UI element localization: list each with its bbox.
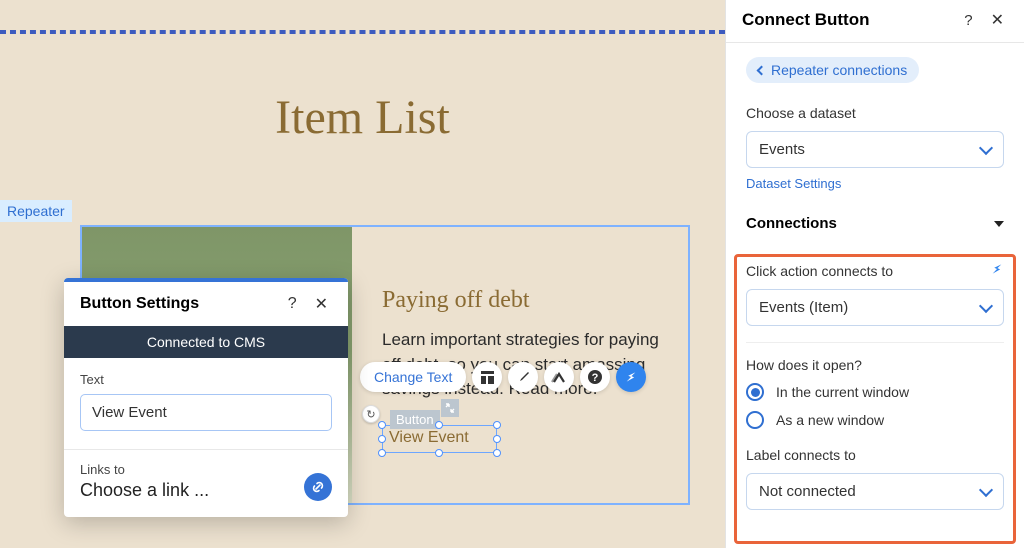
dataset-select-value: Events <box>759 141 805 158</box>
button-element-tag[interactable]: Button <box>390 410 440 429</box>
rotate-handle-icon[interactable]: ↻ <box>362 405 380 423</box>
radio-unchecked-icon <box>746 411 764 429</box>
expand-icon[interactable] <box>441 399 459 417</box>
radio-new-window[interactable]: As a new window <box>746 411 1004 429</box>
close-icon[interactable]: ✕ <box>987 10 1008 30</box>
caret-down-icon <box>994 221 1004 227</box>
click-action-label: Click action connects to <box>746 263 893 279</box>
resize-handle[interactable] <box>435 449 443 457</box>
label-connects-label: Label connects to <box>746 447 856 463</box>
svg-text:?: ? <box>592 372 599 384</box>
change-text-button[interactable]: Change Text <box>360 362 466 392</box>
element-action-bar: Change Text ? <box>360 360 646 394</box>
help-icon[interactable]: ? <box>284 295 301 313</box>
layout-icon[interactable] <box>472 362 502 392</box>
button-settings-title: Button Settings <box>80 295 284 313</box>
animation-icon[interactable] <box>544 362 574 392</box>
link-icon[interactable] <box>304 473 332 501</box>
chevron-down-icon <box>979 298 993 312</box>
connections-title: Connections <box>746 215 837 232</box>
choose-dataset-label: Choose a dataset <box>746 105 1004 121</box>
connect-panel-title: Connect Button <box>742 10 960 30</box>
chevron-down-icon <box>979 140 993 154</box>
data-bind-icon[interactable] <box>990 262 1004 279</box>
click-action-value: Events (Item) <box>759 299 848 316</box>
radio-current-window[interactable]: In the current window <box>746 383 1004 401</box>
click-action-select[interactable]: Events (Item) <box>746 289 1004 326</box>
help-icon[interactable]: ? <box>580 362 610 392</box>
choose-link-text[interactable]: Choose a link ... <box>80 480 304 501</box>
divider <box>746 342 1004 343</box>
connected-banner: Connected to CMS <box>64 326 348 358</box>
text-field-label: Text <box>80 372 332 387</box>
button-settings-panel: Button Settings ? ✕ Connected to CMS Tex… <box>64 278 348 517</box>
help-icon[interactable]: ? <box>960 12 976 29</box>
resize-handle[interactable] <box>378 435 386 443</box>
links-to-label: Links to <box>80 462 304 477</box>
radio-label: As a new window <box>776 412 884 428</box>
resize-handle[interactable] <box>493 421 501 429</box>
repeater-tag[interactable]: Repeater <box>0 200 72 222</box>
back-chip[interactable]: Repeater connections <box>746 57 919 83</box>
connect-panel-header: Connect Button ? ✕ <box>726 0 1024 43</box>
radio-label: In the current window <box>776 384 909 400</box>
close-icon[interactable]: ✕ <box>311 294 332 314</box>
button-settings-header: Button Settings ? ✕ <box>64 282 348 326</box>
radio-checked-icon <box>746 383 764 401</box>
resize-handle[interactable] <box>493 435 501 443</box>
connect-panel: Connect Button ? ✕ Repeater connections … <box>725 0 1024 548</box>
connect-data-icon[interactable] <box>616 362 646 392</box>
resize-handle[interactable] <box>378 421 386 429</box>
resize-handle[interactable] <box>435 421 443 429</box>
connections-header[interactable]: Connections <box>726 193 1024 244</box>
chevron-left-icon <box>757 65 767 75</box>
dataset-select[interactable]: Events <box>746 131 1004 168</box>
button-text-input[interactable] <box>80 394 332 431</box>
page-title: Item List <box>0 90 725 145</box>
label-connects-select[interactable]: Not connected <box>746 473 1004 510</box>
back-chip-label: Repeater connections <box>771 62 907 78</box>
card-heading: Paying off debt <box>382 287 668 314</box>
design-icon[interactable] <box>508 362 538 392</box>
chevron-down-icon <box>979 482 993 496</box>
how-open-label: How does it open? <box>746 357 862 373</box>
resize-handle[interactable] <box>493 449 501 457</box>
dataset-settings-link[interactable]: Dataset Settings <box>746 176 841 191</box>
resize-handle[interactable] <box>378 449 386 457</box>
section-divider <box>0 30 725 34</box>
label-connects-value: Not connected <box>759 483 856 500</box>
